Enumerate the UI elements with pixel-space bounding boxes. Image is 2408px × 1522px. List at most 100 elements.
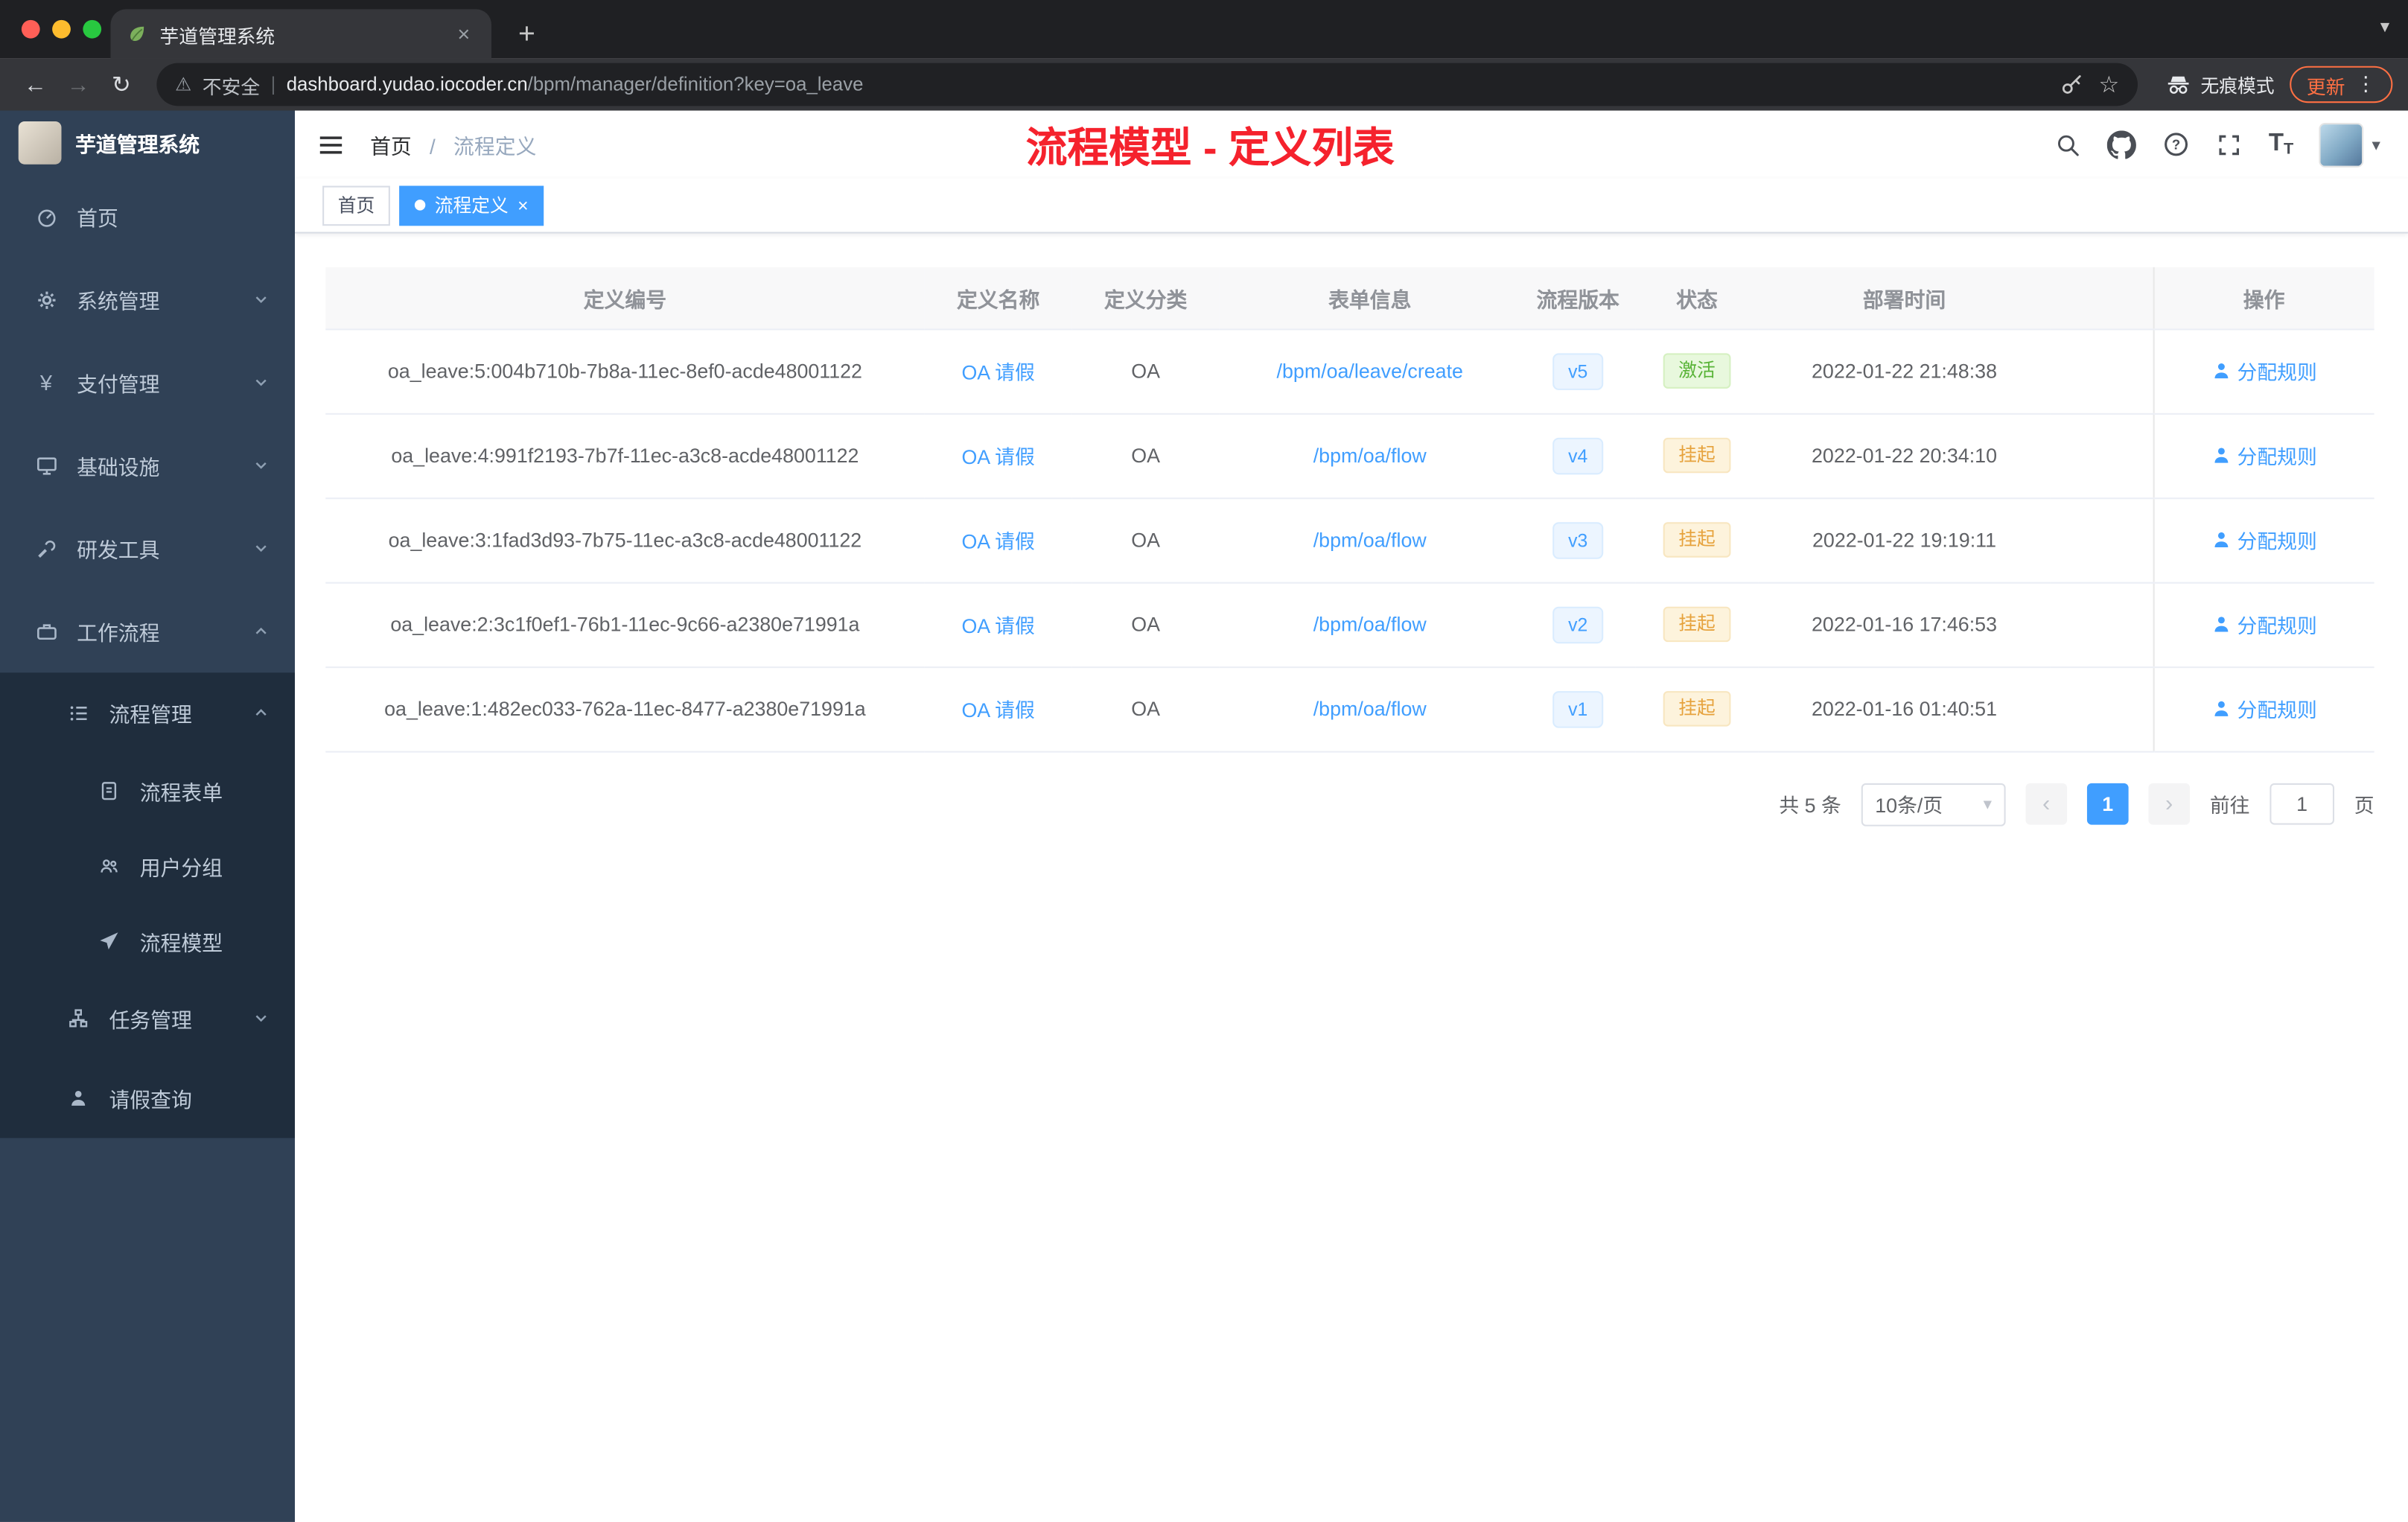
active-dot <box>414 200 426 211</box>
url-host: dashboard.yudao.iocoder.cn <box>286 74 528 95</box>
sidebar-logo[interactable]: 芋道管理系统 <box>0 111 295 176</box>
chevron-down-icon <box>252 290 270 309</box>
deploy-time: 2022-01-22 19:19:11 <box>1758 497 2051 583</box>
update-browser-button[interactable]: 更新 ⋮ <box>2290 66 2393 104</box>
version-tag: v2 <box>1552 605 1603 643</box>
forward-icon[interactable]: → <box>58 71 98 98</box>
new-tab-button[interactable]: + <box>507 19 547 52</box>
sidebar-item-task-mgmt[interactable]: 任务管理 <box>0 978 295 1058</box>
breadcrumb-home[interactable]: 首页 <box>370 136 412 159</box>
form-link[interactable]: /bpm/oa/flow <box>1313 697 1427 720</box>
definition-name-link[interactable]: OA 请假 <box>961 361 1034 384</box>
goto-page-input[interactable] <box>2270 783 2334 825</box>
avatar[interactable] <box>2319 121 2365 167</box>
tab-title: 芋道管理系统 <box>159 25 275 47</box>
definition-name-link[interactable]: OA 请假 <box>961 698 1034 722</box>
main-area: 首页 / 流程定义 流程模型 - 定义列表 ? T T ▾ 首页 流程定义 × … <box>295 110 2408 1522</box>
sidebar-item-infra[interactable]: 基础设施 <box>0 424 295 506</box>
definition-name-link[interactable]: OA 请假 <box>961 614 1034 637</box>
sidebar-item-devtools[interactable]: 研发工具 <box>0 507 295 590</box>
definition-id: oa_leave:1:482ec033-762a-11ec-8477-a2380… <box>325 666 925 752</box>
status-tag: 挂起 <box>1663 606 1731 643</box>
assign-rule-link[interactable]: 分配规则 <box>2211 357 2317 386</box>
github-icon[interactable] <box>2107 130 2137 159</box>
definition-name-link[interactable]: OA 请假 <box>961 530 1034 553</box>
page-url[interactable]: dashboard.yudao.iocoder.cn/bpm/manager/d… <box>287 74 864 95</box>
breadcrumb-current: 流程定义 <box>453 135 537 159</box>
sidebar-item-label: 系统管理 <box>77 290 160 313</box>
navbar: 首页 / 流程定义 流程模型 - 定义列表 ? T T ▾ <box>295 111 2408 179</box>
wrench-icon <box>32 537 60 560</box>
reload-icon[interactable]: ↻ <box>101 71 141 98</box>
back-icon[interactable]: ← <box>16 71 56 98</box>
sidebar-item-label: 流程模型 <box>139 931 223 955</box>
user-avatar-menu[interactable]: ▾ <box>2319 121 2380 167</box>
svg-text:?: ? <box>2172 136 2180 152</box>
sidebar-item-system[interactable]: 系统管理 <box>0 258 295 341</box>
help-icon[interactable]: ? <box>2163 130 2191 158</box>
sidebar-item-payment[interactable]: ¥ 支付管理 <box>0 341 295 424</box>
paper-plane-icon <box>95 930 123 952</box>
definition-id: oa_leave:4:991f2193-7b7f-11ec-a3c8-acde4… <box>325 413 925 499</box>
browser-titlebar: 芋道管理系统 × + ▾ <box>0 0 2408 59</box>
sidebar-item-process-mgmt[interactable]: 流程管理 <box>0 672 295 752</box>
definition-category: OA <box>1071 666 1220 752</box>
prev-page-button[interactable]: ‹ <box>2025 783 2068 825</box>
table-row: oa_leave:1:482ec033-762a-11ec-8477-a2380… <box>325 666 2374 752</box>
logo-title: 芋道管理系统 <box>75 133 200 157</box>
sidebar-item-process-form[interactable]: 流程表单 <box>0 753 295 828</box>
security-label[interactable]: 不安全 <box>203 70 260 99</box>
sidebar-item-process-model[interactable]: 流程模型 <box>0 903 295 978</box>
tag-label: 流程定义 <box>434 194 509 217</box>
goto-label: 前往 <box>2209 794 2250 818</box>
tag-label: 首页 <box>337 194 375 217</box>
tag-close-icon[interactable]: × <box>517 196 528 214</box>
form-link[interactable]: /bpm/oa/flow <box>1313 529 1427 552</box>
breadcrumb-separator: / <box>430 135 436 159</box>
incognito-badge: 无痕模式 <box>2165 71 2275 98</box>
assign-rule-link[interactable]: 分配规则 <box>2211 441 2317 470</box>
address-bar[interactable]: ⚠ 不安全 | dashboard.yudao.iocoder.cn/bpm/m… <box>156 63 2138 106</box>
incognito-label: 无痕模式 <box>2200 74 2275 96</box>
chevron-down-icon: ▾ <box>2372 136 2380 155</box>
tag-home[interactable]: 首页 <box>322 185 390 226</box>
dashboard-icon <box>32 205 60 228</box>
browser-menu-kebab-icon[interactable]: ⋮ <box>2356 72 2376 97</box>
sidebar-item-leave-query[interactable]: 请假查询 <box>0 1058 295 1138</box>
sidebar-collapse-icon[interactable] <box>316 130 345 159</box>
search-icon[interactable] <box>2055 131 2081 157</box>
col-header-deploy-time: 部署时间 <box>1758 267 2051 330</box>
tag-process-definition[interactable]: 流程定义 × <box>399 185 544 226</box>
form-link[interactable]: /bpm/oa/flow <box>1313 444 1427 467</box>
chevron-down-icon <box>252 1009 270 1028</box>
next-page-button[interactable]: › <box>2148 783 2191 825</box>
sidebar-item-workflow[interactable]: 工作流程 <box>0 590 295 672</box>
gear-icon <box>32 288 60 311</box>
col-header-status: 状态 <box>1635 267 1759 330</box>
tab-search-chevron-icon[interactable]: ▾ <box>2380 16 2389 37</box>
browser-tab[interactable]: 芋道管理系统 × <box>110 9 491 59</box>
bookmark-star-icon[interactable]: ☆ <box>2098 71 2119 98</box>
assign-rule-link[interactable]: 分配规则 <box>2211 610 2317 639</box>
password-key-icon[interactable] <box>2059 72 2083 97</box>
page-number-button[interactable]: 1 <box>2086 783 2129 825</box>
form-link[interactable]: /bpm/oa/leave/create <box>1277 360 1463 383</box>
font-size-icon[interactable]: TT <box>2269 130 2293 158</box>
assign-rule-link[interactable]: 分配规则 <box>2211 694 2317 723</box>
tab-close-icon[interactable]: × <box>451 22 476 46</box>
assign-rule-link[interactable]: 分配规则 <box>2211 525 2317 554</box>
form-link[interactable]: /bpm/oa/flow <box>1313 613 1427 636</box>
page-size-select[interactable]: 10条/页 ▾ <box>1861 782 2006 826</box>
sidebar-item-user-group[interactable]: 用户分组 <box>0 828 295 903</box>
app-window: 芋道管理系统 首页 系统管理 ¥ 支付管理 基础设施 研发工具 工作流程 流程管… <box>0 110 2408 1522</box>
fullscreen-icon[interactable] <box>2217 131 2243 157</box>
zoom-window-button[interactable] <box>83 19 102 39</box>
minimize-window-button[interactable] <box>52 19 71 39</box>
close-window-button[interactable] <box>21 19 40 39</box>
users-icon <box>95 855 123 876</box>
status-tag: 激活 <box>1663 353 1731 389</box>
definition-name-link[interactable]: OA 请假 <box>961 445 1034 468</box>
sidebar-item-home[interactable]: 首页 <box>0 175 295 258</box>
pagination: 共 5 条 10条/页 ▾ ‹ 1 › 前往 页 <box>325 782 2374 826</box>
content: 定义编号 定义名称 定义分类 表单信息 流程版本 状态 部署时间 操作 oa_l… <box>295 234 2408 1522</box>
